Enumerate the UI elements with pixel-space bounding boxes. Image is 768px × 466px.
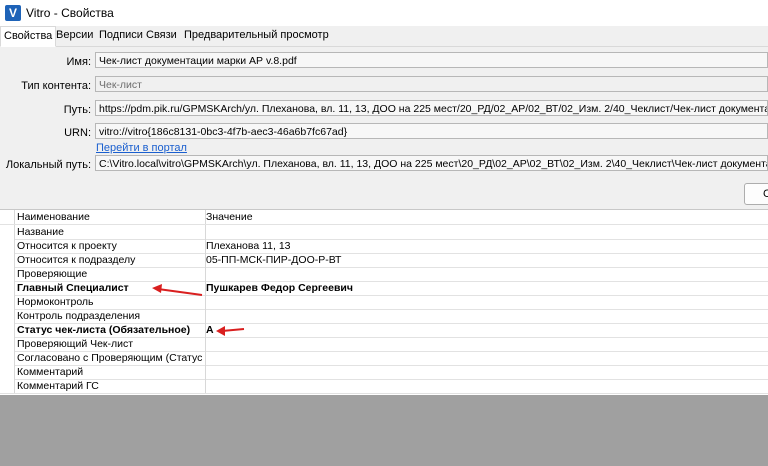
row-gutter <box>0 365 15 379</box>
table-row[interactable]: Комментарий ГС <box>0 379 768 394</box>
row-gutter <box>0 337 15 351</box>
row-value[interactable]: Пушкарев Федор Сергеевич <box>204 281 766 295</box>
row-gutter <box>0 281 15 295</box>
row-value[interactable] <box>204 337 766 351</box>
tab-properties[interactable]: Свойства <box>0 26 57 47</box>
grid-header-row: Наименование Значение <box>0 210 768 225</box>
path-field[interactable]: https://pdm.pik.ru/GPMSKArch/ул. Плехано… <box>95 100 768 116</box>
action-button[interactable]: С <box>744 183 768 205</box>
tab-versions[interactable]: Версии <box>53 26 96 45</box>
portal-link[interactable]: Перейти в портал <box>96 142 187 154</box>
urn-field[interactable]: vitro://vitro{186c8131-0bc3-4f7b-aec3-46… <box>95 123 768 139</box>
tab-preview[interactable]: Предварительный просмотр <box>181 26 332 45</box>
table-row[interactable]: Главный Специалист Пушкарев Федор Сергее… <box>0 281 768 296</box>
local-path-field[interactable]: C:\Vitro.local\vitro\GPMSKArch\ул. Плеха… <box>95 155 768 171</box>
row-name: Относится к подразделу <box>15 253 206 267</box>
content-type-label: Тип контента: <box>21 80 91 92</box>
row-gutter <box>0 323 15 337</box>
properties-grid: Наименование Значение Название Относится… <box>0 209 768 396</box>
tab-bar: Свойства Версии Подписи Связи Предварите… <box>0 26 768 47</box>
row-value[interactable] <box>204 225 766 239</box>
row-name: Название <box>15 225 206 239</box>
properties-form: Имя: Чек-лист документации марки АР v.8.… <box>0 47 768 207</box>
row-gutter <box>0 253 15 267</box>
row-value[interactable]: 05-ПП-МСК-ПИР-ДОО-Р-ВТ <box>204 253 766 267</box>
row-value[interactable] <box>204 295 766 309</box>
table-row[interactable]: Проверяющий Чек-лист <box>0 337 768 352</box>
title-bar: V Vitro - Свойства <box>0 0 768 26</box>
row-name: Проверяющие <box>15 267 206 281</box>
table-row[interactable]: Название <box>0 225 768 240</box>
row-gutter <box>0 379 15 393</box>
row-name: Согласовано с Проверяющим (Статус В) <box>17 351 206 365</box>
table-row[interactable]: Контроль подразделения <box>0 309 768 324</box>
row-gutter <box>0 225 15 239</box>
name-field[interactable]: Чек-лист документации марки АР v.8.pdf <box>95 52 768 68</box>
table-row[interactable]: Проверяющие <box>0 267 768 282</box>
row-gutter <box>0 210 15 224</box>
row-name: Статус чек-листа (Обязательное) <box>15 323 206 337</box>
row-value[interactable] <box>204 267 766 281</box>
local-path-label: Локальный путь: <box>5 159 91 171</box>
column-header-value[interactable]: Значение <box>204 210 766 224</box>
annotation-arrow-icon <box>152 284 203 296</box>
window-title: Vitro - Свойства <box>26 6 114 20</box>
row-name: Контроль подразделения <box>15 309 206 323</box>
tab-signatures[interactable]: Подписи <box>96 26 146 45</box>
row-gutter <box>0 309 15 323</box>
row-value[interactable] <box>204 351 766 365</box>
row-name: Комментарий ГС <box>15 379 206 393</box>
row-value[interactable]: А <box>204 323 766 337</box>
row-gutter <box>0 295 15 309</box>
table-row[interactable]: Статус чек-листа (Обязательное) А <box>0 323 768 338</box>
empty-grid-area <box>0 395 768 466</box>
name-label: Имя: <box>66 56 91 68</box>
row-value[interactable]: Плеханова 11, 13 <box>204 239 766 253</box>
table-row[interactable]: Согласовано с Проверяющим (Статус В) <box>0 351 768 366</box>
row-gutter <box>0 239 15 253</box>
content-type-field: Чек-лист <box>95 76 768 92</box>
table-row[interactable]: Относится к подразделу 05-ПП-МСК-ПИР-ДОО… <box>0 253 768 268</box>
table-row[interactable]: Комментарий <box>0 365 768 380</box>
row-name: Проверяющий Чек-лист <box>15 337 206 351</box>
row-gutter <box>0 267 15 281</box>
vitro-app-icon: V <box>5 5 21 21</box>
row-gutter <box>0 351 15 365</box>
table-row[interactable]: Относится к проекту Плеханова 11, 13 <box>0 239 768 254</box>
row-name: Относится к проекту <box>15 239 206 253</box>
path-label: Путь: <box>63 104 91 116</box>
row-value[interactable] <box>204 379 766 393</box>
row-value[interactable] <box>204 309 766 323</box>
annotation-arrow-icon <box>216 326 245 336</box>
row-value[interactable] <box>204 365 766 379</box>
urn-label: URN: <box>64 127 91 139</box>
row-name: Комментарий <box>15 365 206 379</box>
table-row[interactable]: Нормоконтроль <box>0 295 768 310</box>
tab-links[interactable]: Связи <box>143 26 180 45</box>
column-header-name[interactable]: Наименование <box>15 210 206 224</box>
